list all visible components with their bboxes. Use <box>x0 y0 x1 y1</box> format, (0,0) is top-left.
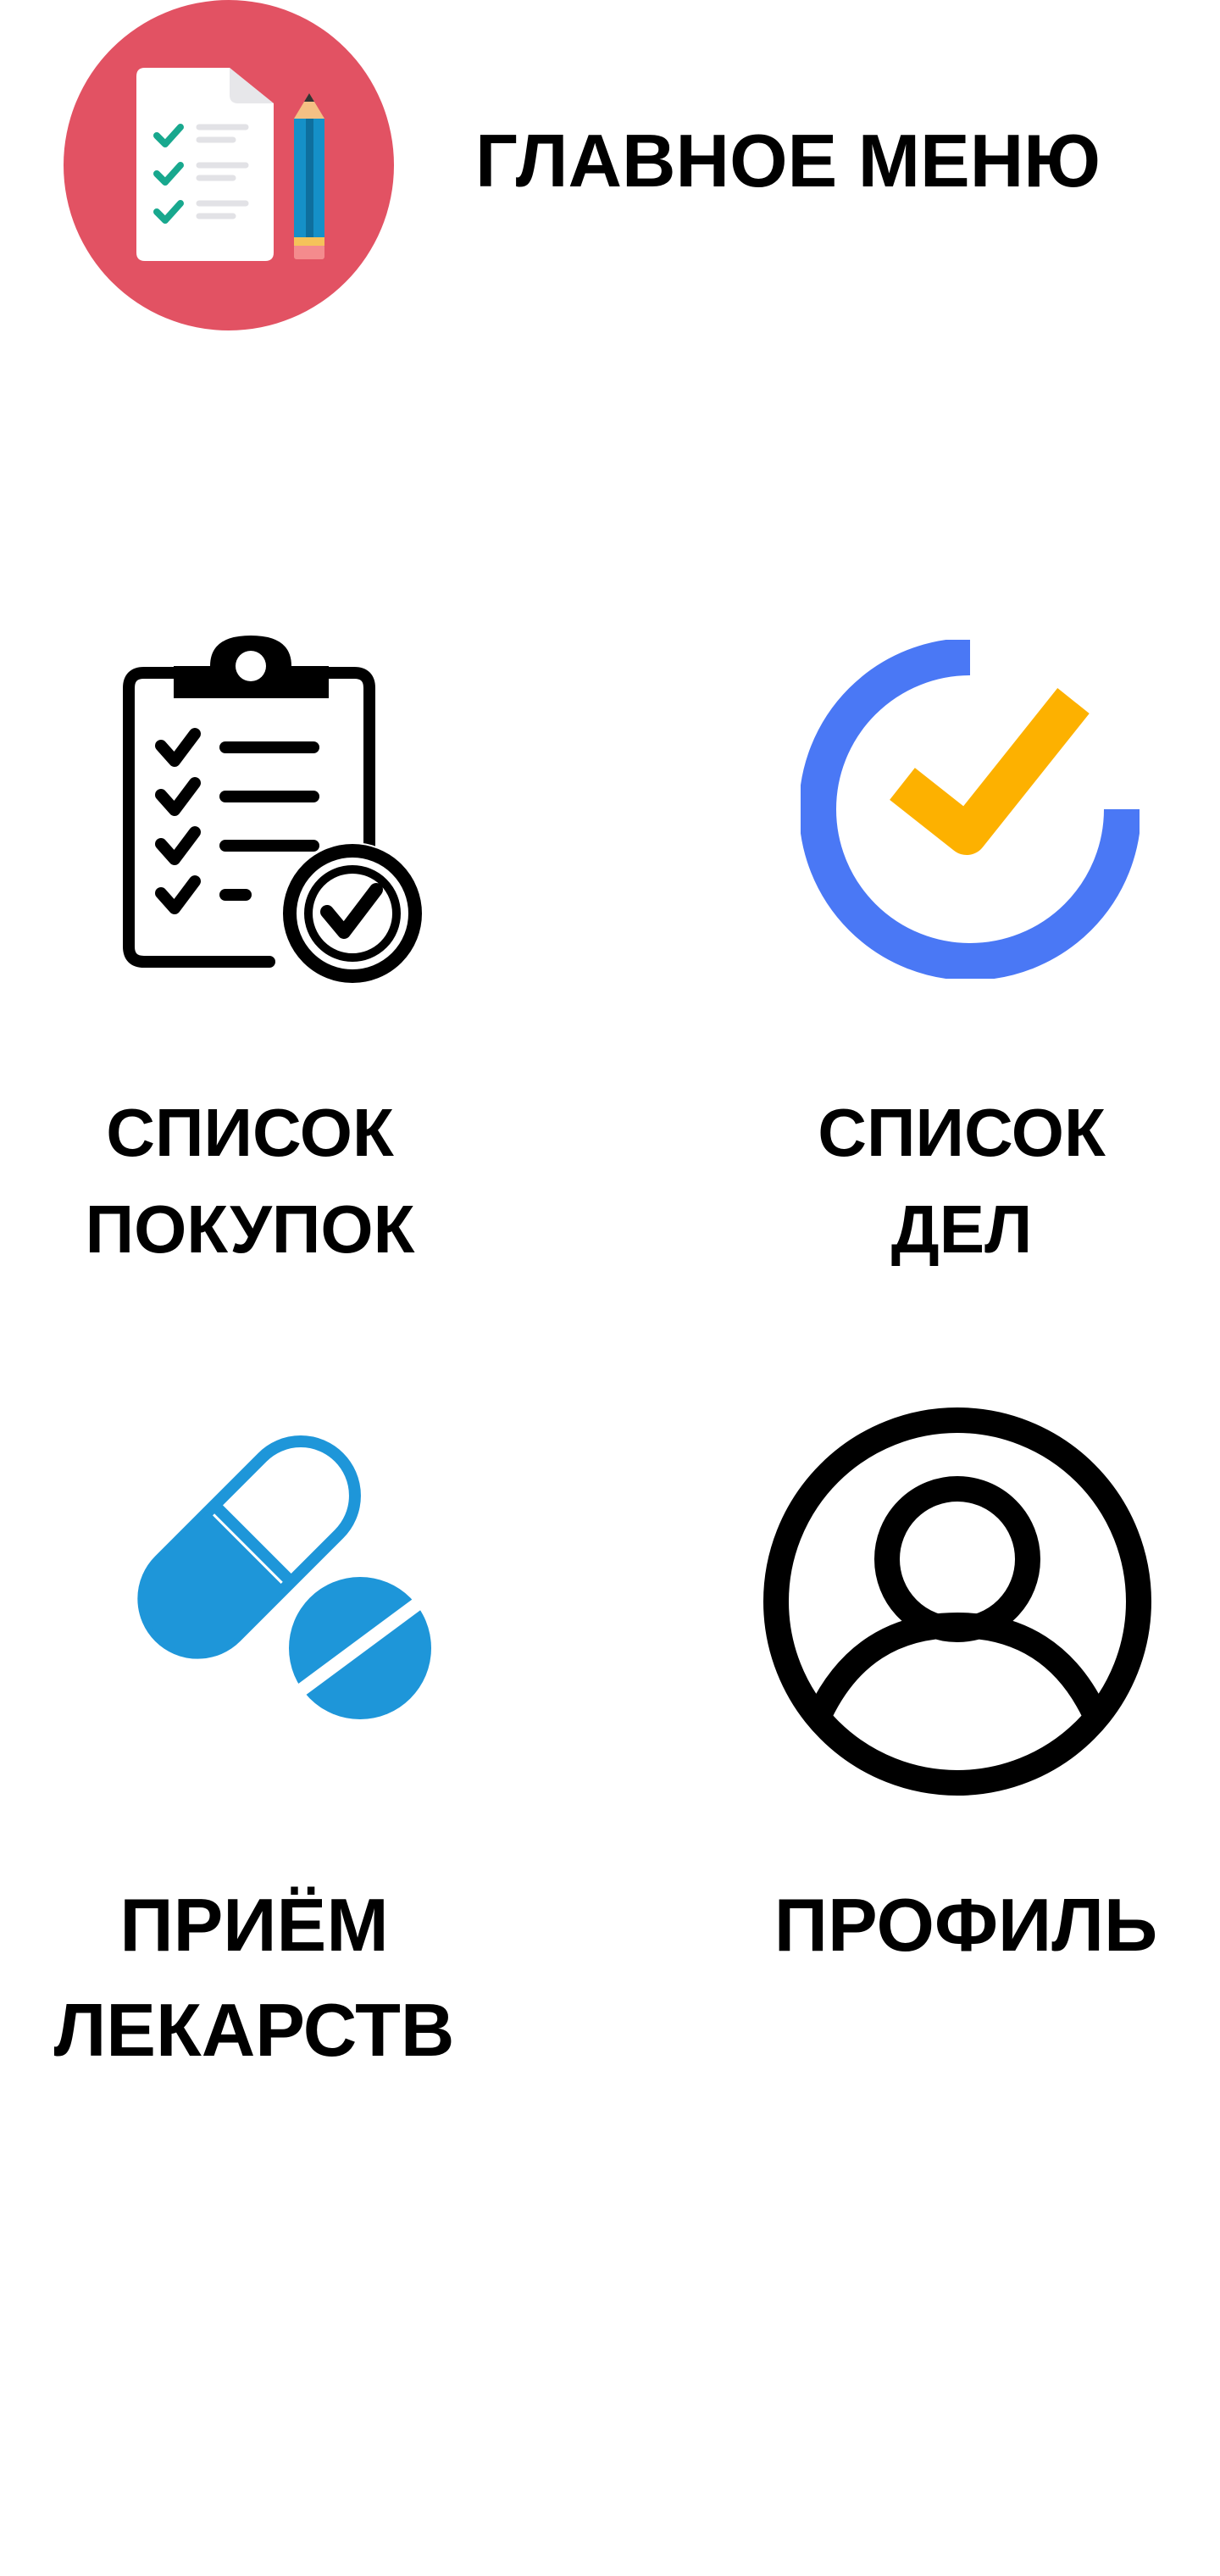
label-line: ПРОФИЛЬ <box>774 1883 1158 1967</box>
menu-item-shopping-list[interactable]: СПИСОК ПОКУПОК <box>0 593 610 1288</box>
menu-item-label: ПРОФИЛЬ <box>712 1873 1220 1978</box>
label-line: ДЕЛ <box>890 1191 1033 1267</box>
checklist-pencil-logo-icon <box>64 0 394 330</box>
label-line: ПРИЁМ <box>119 1883 389 1967</box>
page-title: ГЛАВНОЕ МЕНЮ <box>475 119 1101 203</box>
label-line: ПОКУПОК <box>85 1191 415 1267</box>
pills-icon <box>92 1435 436 1719</box>
label-line: ЛЕКАРСТВ <box>53 1988 455 2072</box>
user-profile-icon <box>763 1407 1151 1796</box>
label-line: СПИСОК <box>818 1095 1106 1170</box>
circular-checkmark-icon <box>801 640 1140 979</box>
menu-item-label: ПРИЁМ ЛЕКАРСТВ <box>0 1873 508 2083</box>
menu-item-label: СПИСОК ДЕЛ <box>712 1085 1212 1278</box>
clipboard-checklist-icon <box>123 636 424 985</box>
menu-item-todo-list[interactable]: СПИСОК ДЕЛ <box>610 593 1220 1288</box>
menu-item-profile[interactable]: ПРОФИЛЬ <box>610 1390 1220 2085</box>
app-logo <box>64 0 394 330</box>
label-line: СПИСОК <box>106 1095 394 1170</box>
menu-item-medicine[interactable]: ПРИЁМ ЛЕКАРСТВ <box>0 1390 610 2085</box>
menu-item-label: СПИСОК ПОКУПОК <box>0 1085 500 1278</box>
